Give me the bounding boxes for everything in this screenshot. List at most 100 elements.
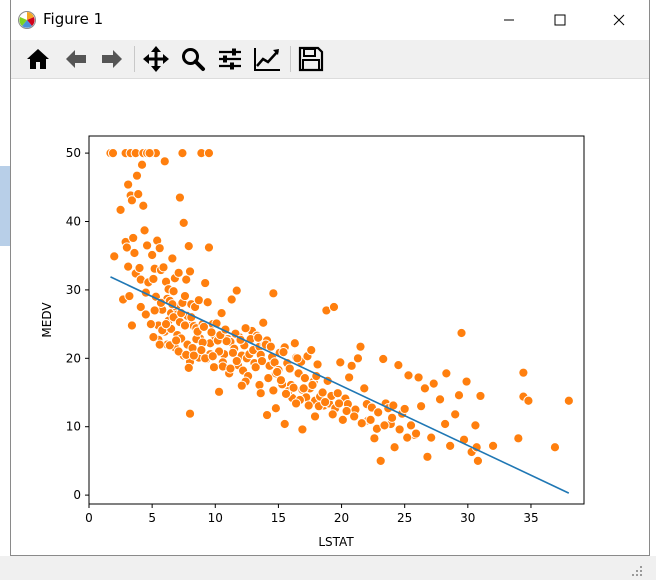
- scatter-point: [174, 192, 186, 203]
- scatter-point: [280, 388, 292, 399]
- scatter-point: [428, 378, 439, 389]
- x-tick-label: 5: [148, 511, 156, 525]
- x-tick-label: 25: [397, 511, 412, 525]
- scatter-point: [124, 290, 135, 302]
- scatter-point: [393, 360, 404, 371]
- scatter-point: [373, 407, 384, 418]
- scatter-point: [299, 373, 311, 384]
- scatter-point: [213, 386, 225, 397]
- scatter-point: [298, 383, 309, 394]
- scatter-point: [456, 327, 467, 339]
- scatter-point: [148, 273, 159, 285]
- scatter-point: [344, 372, 355, 383]
- scatter-point: [309, 411, 321, 422]
- scatter-point: [168, 286, 179, 297]
- x-tick-label: 10: [208, 511, 223, 525]
- scatter-point: [461, 376, 472, 387]
- scatter-point: [184, 408, 196, 419]
- scatter-point: [128, 232, 139, 244]
- scatter-point: [231, 285, 242, 296]
- scatter-point: [240, 323, 251, 334]
- scatter-point: [134, 262, 145, 274]
- scatter-point: [253, 332, 264, 343]
- scatter-point: [216, 308, 227, 319]
- scatter-point: [307, 379, 318, 391]
- scatter-point: [394, 424, 405, 435]
- scatter-point: [278, 347, 289, 358]
- scatter-point: [160, 319, 172, 330]
- x-axis: 0 5 10 15 20 25 30 35: [85, 504, 539, 525]
- scatter-point: [154, 339, 165, 350]
- scatter-point: [327, 409, 338, 420]
- scatter-point: [154, 243, 165, 254]
- scatter-point: [226, 294, 237, 305]
- scatter-point: [140, 309, 151, 320]
- scatter-point: [359, 383, 370, 394]
- scatter-point: [179, 320, 191, 331]
- scatter-point: [254, 379, 265, 391]
- scatter-point: [275, 375, 287, 386]
- scatter-point: [268, 385, 279, 396]
- scatter-point: [518, 367, 529, 378]
- scatter-point: [312, 359, 323, 370]
- scatter-point: [178, 217, 189, 228]
- scatter-point: [263, 373, 274, 384]
- scatter-point: [487, 440, 499, 451]
- scatter-point: [109, 251, 120, 262]
- scatter-point: [292, 353, 303, 364]
- scatter-point: [328, 301, 340, 313]
- y-tick-label: 40: [66, 215, 81, 229]
- scatter-point: [422, 451, 433, 462]
- scatter-point: [399, 403, 410, 415]
- scatter-point: [386, 412, 398, 423]
- scatter-point: [107, 148, 119, 159]
- scatter-point: [177, 148, 188, 159]
- scatter-point: [434, 394, 446, 405]
- x-tick-label: 15: [271, 511, 286, 525]
- scatter-point: [258, 317, 269, 328]
- scatter-point: [149, 305, 160, 316]
- scatter-point: [439, 418, 451, 430]
- scatter-point: [133, 189, 144, 200]
- scatter-point: [333, 398, 345, 409]
- scatter-point: [225, 363, 236, 374]
- scatter-point: [268, 288, 279, 299]
- scatter-point: [453, 390, 465, 401]
- scatter-point: [144, 148, 155, 159]
- scatter-point: [475, 390, 486, 402]
- scatter-point: [523, 395, 534, 406]
- scatter-point: [445, 440, 456, 451]
- scatter-point: [183, 241, 194, 252]
- y-tick-label: 10: [66, 420, 81, 434]
- scatter-point: [378, 353, 389, 365]
- scatter-point: [200, 277, 211, 289]
- scatter-point: [403, 370, 414, 381]
- x-tick-label: 20: [334, 511, 349, 525]
- scatter-point: [450, 409, 461, 420]
- scatter-point: [179, 290, 191, 302]
- x-axis-label: LSTAT: [318, 535, 354, 549]
- scatter-point: [472, 455, 484, 467]
- scatter-point: [148, 332, 159, 343]
- scatter-point: [297, 424, 308, 435]
- scatter-point: [236, 380, 247, 391]
- scatter-point: [203, 148, 215, 159]
- scatter-point: [126, 320, 138, 331]
- scatter-point: [123, 261, 134, 272]
- scatter-point: [303, 400, 314, 411]
- scatter-point: [159, 156, 170, 167]
- scatter-point: [426, 432, 437, 443]
- scatter-point: [279, 418, 290, 430]
- x-tick-label: 0: [85, 511, 93, 525]
- scatter-point: [306, 344, 317, 356]
- scatter-point: [206, 327, 217, 338]
- scatter-point: [167, 253, 178, 264]
- scatter-point: [255, 388, 266, 399]
- scatter-point: [203, 242, 215, 253]
- scatter-point: [284, 363, 295, 374]
- scatter-point: [173, 267, 184, 278]
- scatter-point: [207, 351, 218, 362]
- scatter-point: [261, 409, 273, 421]
- y-tick-label: 30: [66, 283, 81, 297]
- scatter-point: [147, 249, 158, 261]
